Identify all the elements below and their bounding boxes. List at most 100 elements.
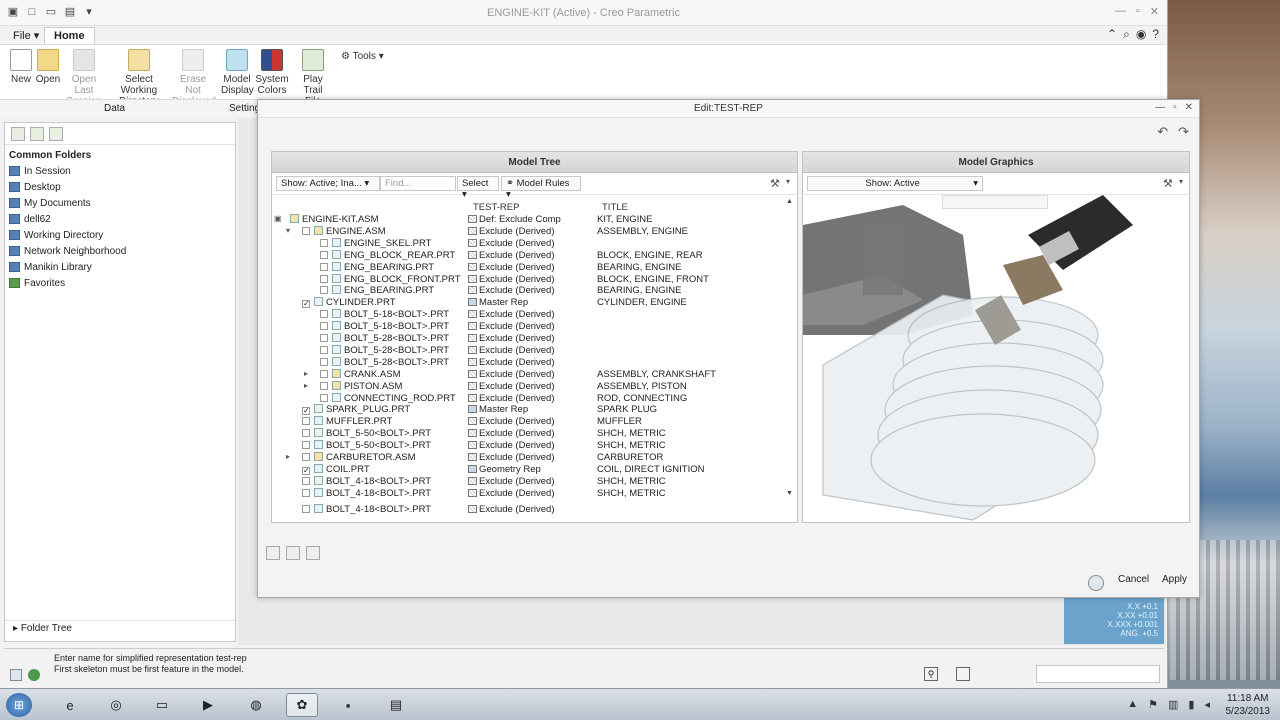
tree-item-name[interactable]: ENG_BEARING.PRT xyxy=(320,285,434,296)
tree-row[interactable]: BOLT_5-28<BOLT>.PRT Exclude (Derived) xyxy=(272,344,782,357)
tree-row[interactable]: BOLT_5-28<BOLT>.PRT Exclude (Derived) xyxy=(272,333,782,345)
terminal-icon[interactable]: ▪ xyxy=(332,693,364,717)
tree-item-name[interactable]: CONNECTING_ROD.PRT xyxy=(320,392,456,404)
rep-cell[interactable]: Exclude (Derived) xyxy=(468,476,555,487)
tab-home[interactable]: Home xyxy=(44,27,95,45)
internet-explorer-icon[interactable]: e xyxy=(54,693,86,717)
favorites-tab-icon[interactable] xyxy=(49,127,63,141)
tree-row[interactable]: ✓ CYLINDER.PRT Master Rep CYLINDER, ENGINE xyxy=(272,297,782,309)
tree-item-name[interactable]: BOLT_4-18<BOLT>.PRT xyxy=(302,503,431,515)
include-checkbox[interactable] xyxy=(302,504,310,513)
tree-row[interactable]: BOLT_5-18<BOLT>.PRT Exclude (Derived) xyxy=(272,309,782,321)
tools-dropdown[interactable]: ⚙ Tools ▾ xyxy=(341,51,384,62)
tree-item-name[interactable]: ✓ CYLINDER.PRT xyxy=(302,297,396,309)
search-help-icon[interactable]: ⌕ xyxy=(1123,27,1130,42)
tree-item-name[interactable]: BOLT_5-18<BOLT>.PRT xyxy=(320,321,449,332)
include-checkbox[interactable] xyxy=(302,417,310,426)
glasses-icon[interactable] xyxy=(306,546,320,560)
include-checkbox[interactable] xyxy=(320,334,328,342)
tree-row[interactable]: BOLT_5-50<BOLT>.PRT Exclude (Derived) SHCH… xyxy=(272,440,782,452)
creo-taskbar-icon[interactable]: ✿ xyxy=(286,693,318,717)
open-button[interactable]: Open xyxy=(34,49,62,85)
message-toggle-icon[interactable] xyxy=(10,669,22,681)
tree-item-name[interactable]: BOLT_5-18<BOLT>.PRT xyxy=(320,309,449,320)
graphics-settings-dropdown-icon[interactable]: ▾ xyxy=(1179,177,1193,190)
volume-icon[interactable]: ◂ xyxy=(1204,698,1210,711)
rep-cell[interactable]: Exclude (Derived) xyxy=(468,274,555,285)
rep-cell[interactable]: Exclude (Derived) xyxy=(468,428,555,439)
rep-cell[interactable]: Exclude (Derived) xyxy=(468,357,555,368)
include-checkbox[interactable] xyxy=(302,476,310,485)
tree-row[interactable]: ENG_BEARING.PRT Exclude (Derived) BEARING,… xyxy=(272,261,782,274)
include-checkbox[interactable] xyxy=(320,345,328,354)
notepad-icon[interactable]: ▤ xyxy=(380,693,412,717)
rep-cell[interactable]: Exclude (Derived) xyxy=(468,416,555,427)
include-checkbox[interactable] xyxy=(320,322,328,331)
rep-cell[interactable]: Exclude (Derived) xyxy=(468,309,555,320)
tree-row[interactable]: ✓ SPARK_PLUG.PRT Master Rep SPARK PLUG xyxy=(272,404,782,416)
rep-cell[interactable]: Exclude (Derived) xyxy=(468,369,555,380)
nav-item-manikin-library[interactable]: Manikin Library xyxy=(5,259,235,275)
include-checkbox[interactable] xyxy=(320,274,328,283)
include-checkbox[interactable] xyxy=(320,357,328,366)
rep-cell[interactable]: Exclude (Derived) xyxy=(468,345,555,356)
tree-row[interactable]: BOLT_4-18<BOLT>.PRT Exclude (Derived) SHCH… xyxy=(272,487,782,500)
include-checkbox[interactable] xyxy=(320,369,328,378)
collapse-ribbon-icon[interactable]: ⌃ xyxy=(1107,27,1117,42)
tree-row[interactable]: BOLT_4-18<BOLT>.PRT Exclude (Derived) xyxy=(272,503,782,516)
tree-item-name[interactable]: ENGINE_SKEL.PRT xyxy=(320,237,431,249)
rep-cell[interactable]: Exclude (Derived) xyxy=(468,262,555,273)
dialog-close-icon[interactable]: ✕ xyxy=(1185,102,1193,113)
tree-item-name[interactable]: ✓ COIL.PRT xyxy=(302,463,370,475)
include-checkbox[interactable]: ✓ xyxy=(302,466,310,475)
rep-cell[interactable]: Exclude (Derived) xyxy=(468,488,555,499)
tree-row[interactable]: CONNECTING_ROD.PRT Exclude (Derived) ROD, … xyxy=(272,392,782,405)
show-dropdown[interactable]: Show: Active; Ina... ▾ xyxy=(276,176,380,191)
include-checkbox[interactable] xyxy=(320,250,328,259)
tree-item-name[interactable]: CARBURETOR.ASM xyxy=(302,452,416,463)
find-input[interactable]: Find... xyxy=(380,176,456,191)
nav-item-favorites[interactable]: Favorites xyxy=(5,275,235,291)
tab-file[interactable]: File ▾ xyxy=(4,27,48,45)
community-icon[interactable]: ◉ xyxy=(1136,27,1146,42)
rules-icon[interactable] xyxy=(286,546,300,560)
folder-tree-toggle[interactable]: ▸ Folder Tree xyxy=(5,620,235,636)
tree-item-name[interactable]: CRANK.ASM xyxy=(320,368,400,380)
rep-cell[interactable]: Exclude (Derived) xyxy=(468,440,555,451)
preview-status-icon[interactable] xyxy=(1088,575,1104,591)
tree-item-name[interactable]: BOLT_5-50<BOLT>.PRT xyxy=(302,440,431,451)
nav-item-working-directory[interactable]: Working Directory xyxy=(5,227,235,243)
col-test-rep[interactable]: TEST-REP xyxy=(473,202,519,213)
graphics-show-dropdown[interactable]: Show: Active ▾ xyxy=(807,176,983,191)
minimize-icon[interactable]: — xyxy=(1115,5,1126,18)
tree-item-name[interactable]: ENG_BEARING.PRT xyxy=(320,261,434,273)
model-display-button[interactable]: Model Display xyxy=(221,49,254,96)
dialog-maximize-icon[interactable]: ▫ xyxy=(1173,102,1177,113)
new-button[interactable]: New xyxy=(6,49,36,85)
group-setting-label[interactable]: Setting xyxy=(229,103,260,114)
tree-item-name[interactable]: ✓ SPARK_PLUG.PRT xyxy=(302,404,410,416)
tree-row[interactable]: ▸ PISTON.ASM Exclude (Derived) ASSEMBLY, PI… xyxy=(272,380,782,393)
include-checkbox[interactable] xyxy=(302,441,310,450)
tree-row[interactable]: MUFFLER.PRT Exclude (Derived) MUFFLER xyxy=(272,416,782,428)
select-dropdown[interactable]: Select ▾ xyxy=(457,176,499,200)
rep-cell[interactable]: Exclude (Derived) xyxy=(468,321,555,332)
expand-toggle-icon[interactable]: ▣ xyxy=(274,214,282,223)
tree-item-name[interactable]: BOLT_4-18<BOLT>.PRT xyxy=(302,487,431,499)
nav-item-desktop[interactable]: Desktop xyxy=(5,179,235,195)
tree-item-name[interactable]: ENGINE.ASM xyxy=(302,225,386,237)
include-checkbox[interactable] xyxy=(320,381,328,390)
include-checkbox[interactable] xyxy=(302,453,310,461)
apply-button[interactable]: Apply xyxy=(1162,574,1187,585)
rep-cell[interactable]: Def: Exclude Comp xyxy=(468,214,561,225)
tree-row[interactable]: ENG_BEARING.PRT Exclude (Derived) BEARING,… xyxy=(272,285,782,297)
tree-settings-icon[interactable]: ⚒ xyxy=(770,177,784,190)
tree-scrollbar[interactable]: ▲ ▼ xyxy=(786,198,795,498)
rep-cell[interactable]: Master Rep xyxy=(468,404,528,415)
tree-row[interactable]: BOLT_5-18<BOLT>.PRT Exclude (Derived) xyxy=(272,321,782,333)
maximize-icon[interactable]: ▫ xyxy=(1136,5,1140,18)
model-tree-tab-icon[interactable] xyxy=(11,127,25,141)
rep-cell[interactable]: Exclude (Derived) xyxy=(468,285,555,296)
expand-toggle-icon[interactable]: ▸ xyxy=(304,369,308,378)
nav-item-network[interactable]: Network Neighborhood xyxy=(5,243,235,259)
